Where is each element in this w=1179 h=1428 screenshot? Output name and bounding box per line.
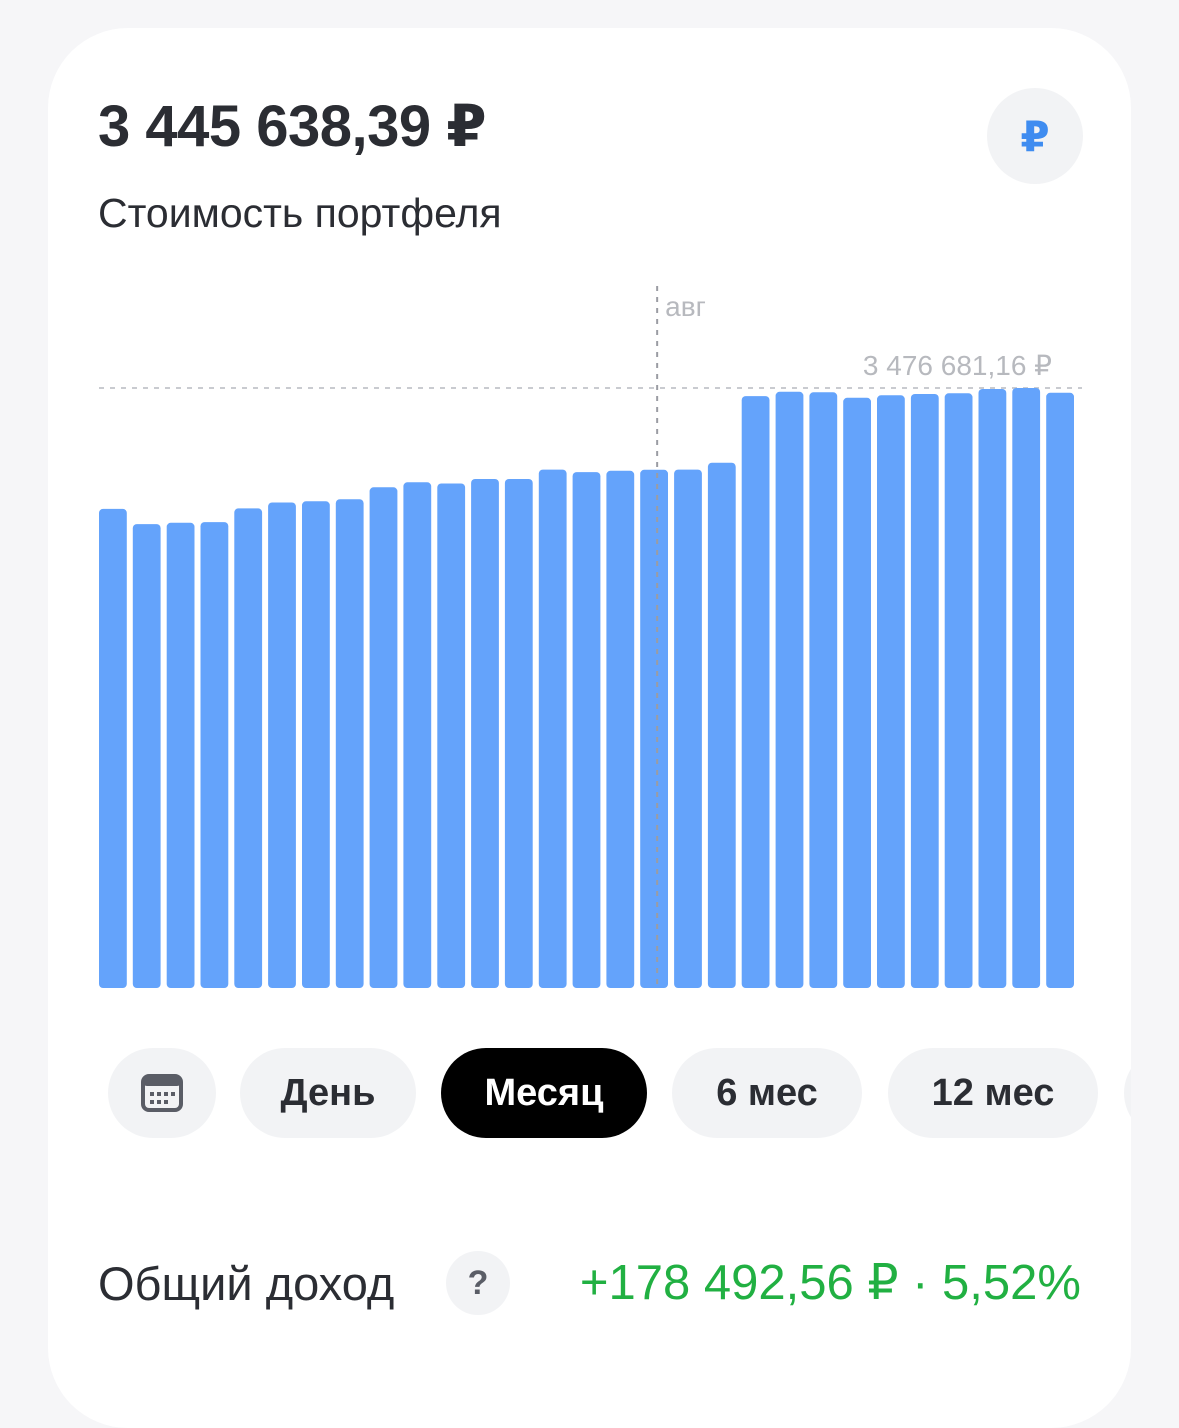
chart-bar[interactable] bbox=[166, 522, 195, 988]
chart-bar[interactable] bbox=[910, 394, 939, 988]
chart-bar[interactable] bbox=[268, 502, 296, 989]
period-calendar-button[interactable] bbox=[108, 1048, 216, 1138]
income-help-button[interactable]: ? bbox=[446, 1251, 510, 1315]
chart-bar[interactable] bbox=[302, 501, 330, 988]
chart-bar[interactable] bbox=[843, 397, 871, 988]
chart-bar[interactable] bbox=[944, 393, 973, 988]
chart-bar[interactable] bbox=[572, 472, 601, 989]
chart-bar[interactable] bbox=[99, 508, 127, 988]
portfolio-subtitle: Стоимость портфеля bbox=[98, 190, 502, 236]
chart-bar[interactable] bbox=[335, 499, 364, 988]
chart-bar[interactable] bbox=[403, 482, 432, 988]
chart-bar[interactable] bbox=[437, 483, 466, 989]
period-12-months-button[interactable]: 12 мес bbox=[888, 1048, 1098, 1138]
currency-switch-button[interactable]: ₽ bbox=[987, 88, 1083, 184]
chart-bar[interactable] bbox=[369, 487, 398, 988]
period-more-button[interactable] bbox=[1124, 1048, 1131, 1138]
total-income-label: Общий доход bbox=[98, 1257, 395, 1310]
chart-bar[interactable] bbox=[707, 462, 736, 988]
period-6-months-button[interactable]: 6 мес bbox=[672, 1048, 862, 1138]
chart-bar[interactable] bbox=[741, 396, 770, 989]
chart-bar[interactable] bbox=[132, 524, 161, 988]
chart-bar[interactable] bbox=[674, 469, 702, 989]
chart-bar[interactable] bbox=[978, 389, 1007, 988]
chart-bar[interactable] bbox=[877, 395, 905, 988]
chart-bar[interactable] bbox=[504, 479, 533, 988]
period-day-button[interactable]: День bbox=[240, 1048, 416, 1138]
chart-bar[interactable] bbox=[200, 522, 229, 988]
period-month-button[interactable]: Месяц bbox=[441, 1048, 647, 1138]
chart-bar[interactable] bbox=[1012, 388, 1041, 988]
portfolio-balance: 3 445 638,39 ₽ bbox=[98, 94, 487, 159]
chart-bar[interactable] bbox=[538, 469, 567, 989]
chart-bar[interactable] bbox=[471, 479, 499, 988]
total-income-value: +178 492,56 ₽ · 5,52% bbox=[579, 1256, 1081, 1310]
chart-bar[interactable] bbox=[234, 508, 263, 988]
calendar-icon bbox=[141, 1074, 183, 1112]
chart-bar[interactable] bbox=[1046, 392, 1074, 988]
question-icon: ? bbox=[467, 1263, 489, 1302]
chart-bar[interactable] bbox=[809, 392, 838, 988]
chart-bar[interactable] bbox=[775, 391, 804, 988]
chart-bar[interactable] bbox=[606, 470, 635, 988]
ruble-icon: ₽ bbox=[1020, 112, 1050, 160]
period-selector: День Месяц 6 мес 12 мес bbox=[108, 1048, 1131, 1138]
chart-bar[interactable] bbox=[640, 469, 668, 988]
